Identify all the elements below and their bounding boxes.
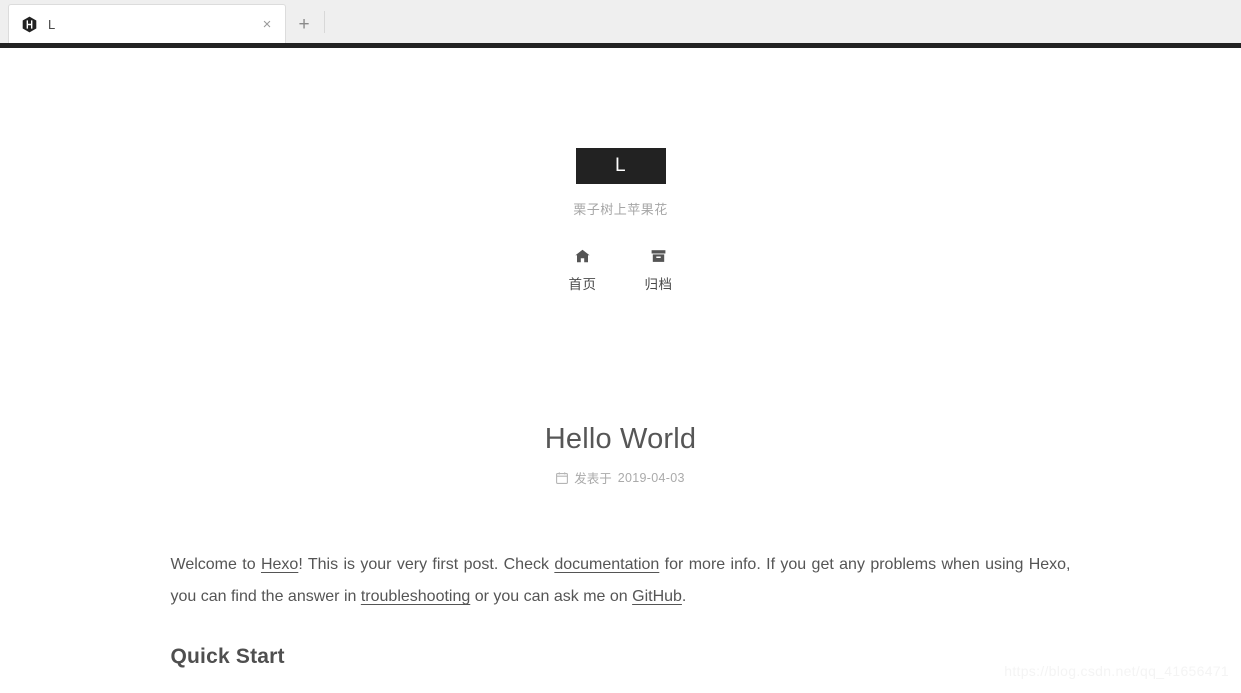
site-subtitle: 栗子树上苹果花 [573, 202, 668, 217]
paragraph-text-1: Welcome to [170, 556, 261, 573]
paragraph-text-2: ! This is your very first post. Check [298, 556, 555, 573]
link-hexo[interactable]: Hexo [261, 556, 298, 573]
browser-tab-active[interactable]: L × [8, 4, 286, 43]
paragraph-text-4: or you can ask me on [470, 588, 633, 605]
post-body: Welcome to Hexo! This is your very first… [171, 549, 1071, 673]
tab-title: L [48, 16, 56, 32]
site-nav: 首页 归档 [0, 248, 1241, 293]
heading-quick-start: Quick Start [170, 645, 285, 668]
link-github[interactable]: GitHub [632, 588, 682, 605]
post-paragraph: Welcome to Hexo! This is your very first… [171, 549, 1071, 613]
browser-chrome: L × + [0, 0, 1241, 48]
link-troubleshooting[interactable]: troubleshooting [361, 588, 470, 605]
new-tab-button[interactable]: + [292, 12, 316, 36]
page-viewport: L 栗子树上苹果花 首页 归档 Hello World 发表于 2019-04-… [0, 48, 1241, 693]
page-title: Hello World [544, 423, 697, 455]
nav-item-home-label: 首页 [568, 277, 597, 292]
site-logo[interactable]: L [575, 148, 666, 184]
nav-item-home[interactable]: 首页 [557, 248, 609, 293]
calendar-icon [556, 471, 569, 484]
post-meta: 发表于 2019-04-03 [171, 468, 1071, 487]
link-documentation[interactable]: documentation [554, 556, 659, 573]
tab-strip: L × + [0, 0, 1241, 43]
close-icon[interactable]: × [257, 14, 277, 34]
hexo-logo-icon [21, 16, 38, 33]
post-meta-prefix: 发表于 [574, 472, 612, 486]
archive-box-icon [633, 248, 685, 264]
post-article: Hello World 发表于 2019-04-03 Welcome to He… [171, 293, 1071, 673]
toolbar-divider [324, 11, 325, 33]
nav-item-archives-label: 归档 [644, 277, 673, 292]
post-meta-date: 2019-04-03 [617, 470, 685, 485]
nav-item-archives[interactable]: 归档 [633, 248, 685, 293]
paragraph-text-5: . [681, 588, 687, 605]
watermark-text: https://blog.csdn.net/qq_41656471 [1004, 663, 1229, 679]
site-header: L 栗子树上苹果花 首页 归档 [0, 48, 1241, 293]
home-icon [557, 248, 609, 264]
